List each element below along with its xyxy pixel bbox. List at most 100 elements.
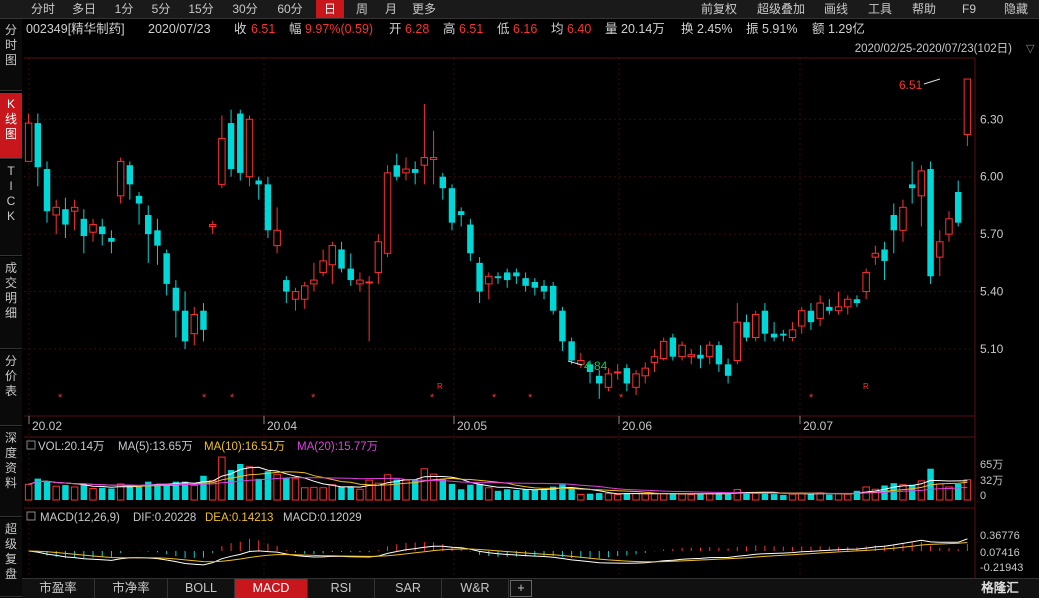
tab-boll[interactable]: BOLL	[168, 579, 235, 598]
candle-body-down	[393, 165, 400, 177]
candle-body-down	[513, 272, 520, 277]
event-r-marker[interactable]: R	[437, 382, 443, 391]
volume-bar-down	[43, 480, 51, 500]
volume-bar-down	[393, 479, 400, 500]
volume-bar-up	[687, 494, 696, 501]
event-star[interactable]: *	[202, 392, 207, 404]
candle-body-up	[945, 218, 953, 235]
candle-body-up	[844, 298, 852, 308]
range-dropdown-icon[interactable]: ▽	[1026, 43, 1035, 55]
candle-body-up	[365, 281, 373, 284]
event-star[interactable]: *	[528, 392, 533, 404]
volume-bar-down	[908, 484, 916, 500]
volume-bar-down	[513, 490, 520, 500]
tab-wr[interactable]: W&R	[442, 579, 509, 598]
volume-bar-down	[448, 483, 456, 500]
tab-rsi[interactable]: RSI	[308, 579, 375, 598]
volume-bar-up	[420, 468, 429, 501]
volume-bar-up	[365, 479, 373, 501]
candle-body-up	[374, 241, 383, 273]
macd-title: MACD(12,26,9)	[40, 512, 120, 524]
candle-body-down	[669, 337, 677, 357]
candle-body-down	[780, 333, 787, 336]
volume-bar-down	[200, 475, 207, 500]
candle-body-down	[826, 306, 833, 311]
candle-body-down	[559, 310, 566, 342]
candle-body-up	[604, 373, 613, 388]
volume-bar-up	[328, 484, 337, 501]
candle-body-down	[881, 249, 888, 261]
candle-body-down	[34, 123, 42, 168]
volume-bar-down	[338, 486, 345, 500]
tab-pe[interactable]: 市盈率	[22, 579, 95, 598]
candle-body-up	[116, 160, 125, 197]
candle-body-up	[429, 157, 438, 160]
volume-bar-up	[936, 483, 944, 501]
tab-pb[interactable]: 市净率	[95, 579, 168, 598]
candle-body-down	[476, 262, 483, 292]
candle-body-up	[485, 275, 493, 285]
event-star[interactable]: *	[230, 392, 235, 404]
candle-body-down	[807, 310, 815, 323]
volume-bar-up	[834, 493, 843, 501]
candle-body-down	[697, 354, 704, 359]
volume-bar-down	[255, 478, 262, 500]
volume-bar-up	[899, 484, 907, 501]
watermark-logo: 格隆汇	[981, 581, 1019, 595]
volume-bar-up	[659, 493, 668, 501]
volume-bar-down	[954, 483, 962, 500]
volume-bar-down	[503, 489, 511, 500]
candle-body-up	[356, 279, 364, 285]
tab-sar[interactable]: SAR	[375, 579, 442, 598]
event-star[interactable]: *	[492, 392, 497, 404]
macd-axis-mid: 0.07416	[980, 547, 1020, 559]
date-tick: 20.02	[32, 419, 62, 433]
event-star[interactable]: *	[809, 392, 814, 404]
candle-body-down	[770, 333, 778, 338]
candles	[24, 78, 972, 399]
event-star[interactable]: *	[311, 392, 316, 404]
volume-bar-up	[705, 493, 714, 501]
event-r-marker[interactable]: R	[863, 382, 869, 391]
price-tick: 5.40	[980, 285, 1004, 299]
candle-body-down	[181, 310, 189, 342]
candle-body-down	[347, 268, 354, 281]
volume-bar-down	[669, 493, 677, 500]
volume-bar-up	[632, 492, 640, 501]
candle-body-up	[208, 224, 217, 227]
candle-body-down	[448, 188, 456, 223]
candle-body-up	[687, 354, 696, 358]
candle-body-up	[751, 314, 760, 339]
volume-bar-up	[356, 488, 364, 501]
candle-body-up	[310, 279, 318, 285]
add-indicator-button[interactable]: +	[510, 580, 532, 597]
event-star[interactable]: *	[58, 392, 63, 404]
vol-settings-icon[interactable]	[26, 440, 36, 450]
volume-bar-up	[485, 487, 493, 501]
candle-body-down	[540, 285, 548, 292]
candle-body-up	[816, 302, 824, 319]
indicator-tab-bar: 市盈率 市净率 BOLL MACD RSI SAR W&R + 格隆汇	[22, 578, 1039, 598]
macd-settings-icon[interactable]	[26, 511, 36, 521]
candle-body-down	[494, 276, 502, 279]
macd-dif-label: DIF:0.20228	[133, 512, 196, 524]
event-star[interactable]: *	[430, 392, 435, 404]
volume-bar-up	[650, 493, 659, 501]
volume-bar-up	[245, 466, 254, 501]
event-markers: * * * * * R * * * * R	[58, 382, 869, 404]
candle-body-down	[531, 281, 539, 288]
candle-body-up	[834, 306, 843, 312]
candle-body-down	[227, 123, 235, 170]
candle-body-down	[200, 310, 207, 330]
candle-body-down	[154, 230, 161, 246]
tab-macd[interactable]: MACD	[235, 579, 308, 598]
volume-bar-down	[264, 471, 272, 500]
volume-bar-up	[798, 492, 806, 501]
volume-bar-down	[62, 485, 69, 500]
candle-body-down	[715, 345, 723, 365]
volume-bar-down	[457, 489, 465, 500]
volume-bar-up	[218, 456, 226, 501]
low-annotation: 4.84	[584, 359, 608, 373]
candle-body-up	[733, 321, 742, 361]
event-star[interactable]: *	[619, 392, 624, 404]
